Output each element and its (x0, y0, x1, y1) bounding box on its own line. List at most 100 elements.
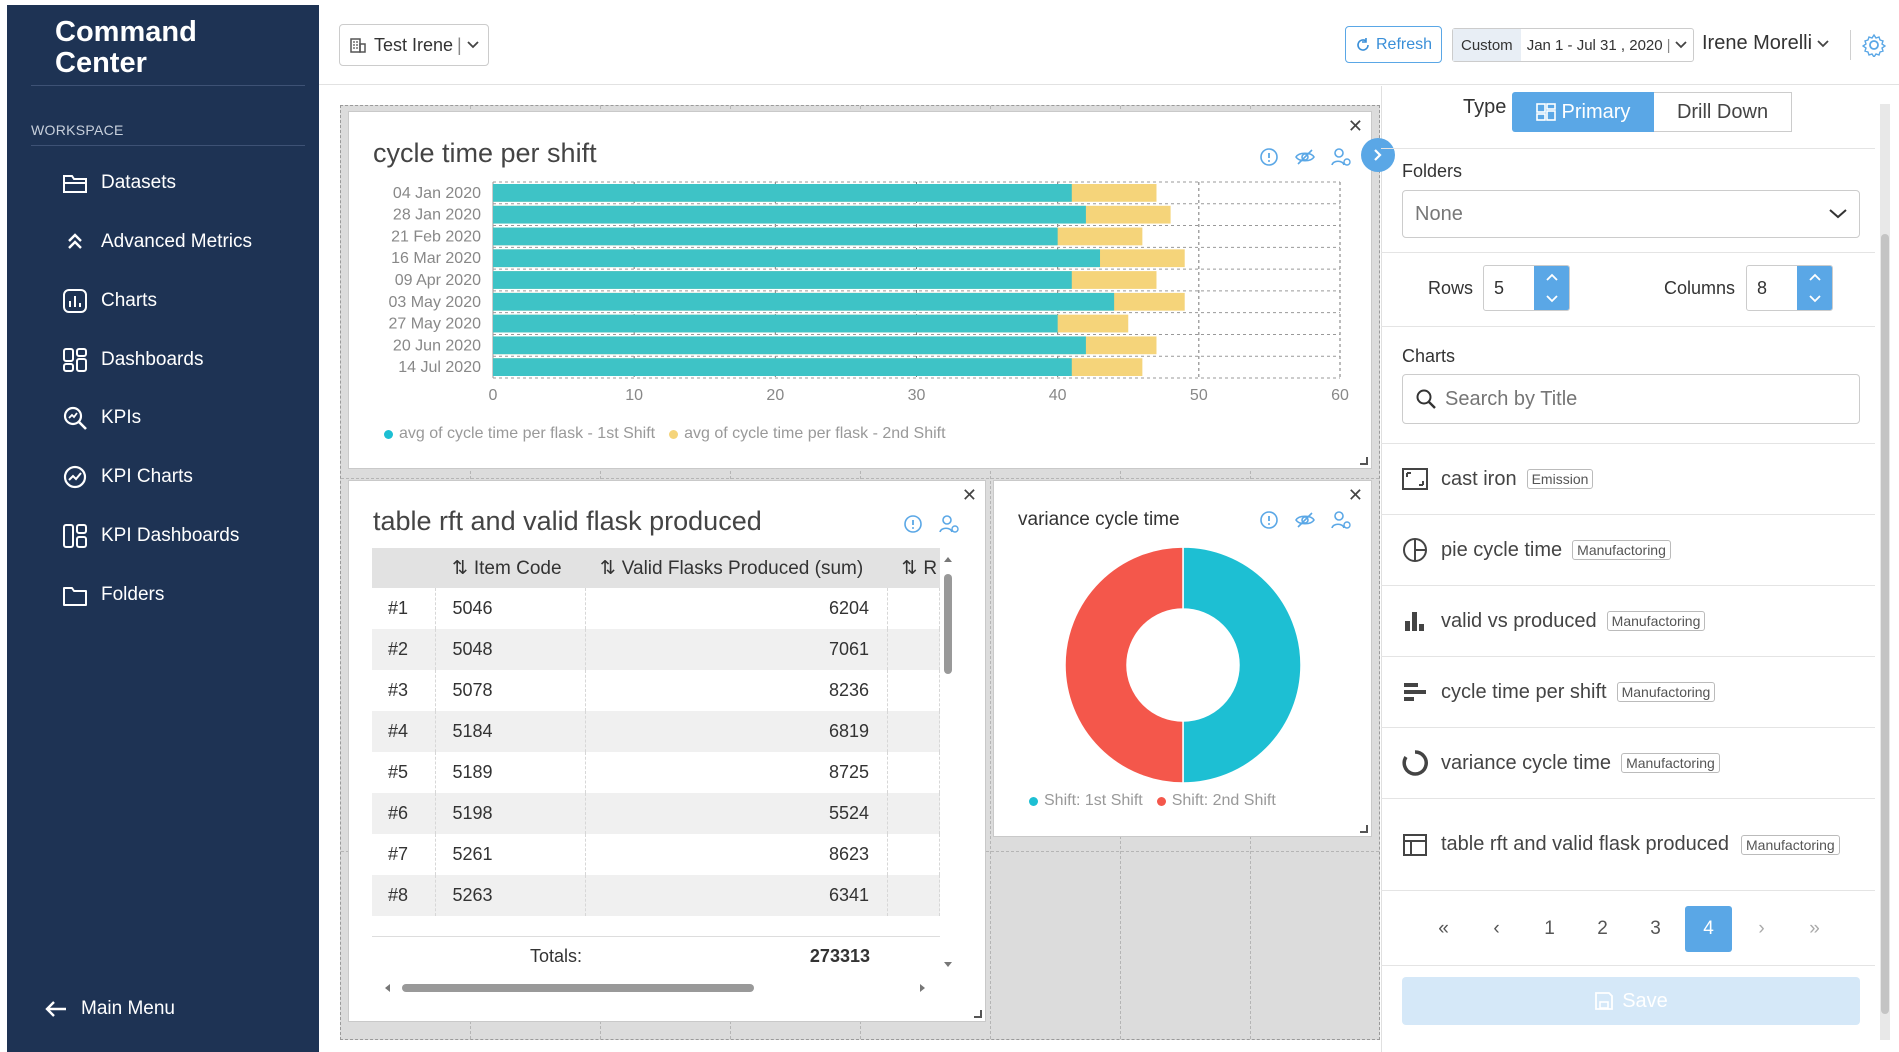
page-2[interactable]: 2 (1579, 906, 1626, 952)
columns-value[interactable]: 8 (1747, 266, 1797, 310)
row-index: #8 (372, 875, 437, 916)
table-header-more[interactable]: ⇅ R (887, 548, 940, 588)
panel-scrollbar[interactable] (1880, 104, 1890, 1040)
eye-off-icon[interactable] (1294, 146, 1316, 168)
chart-search-field[interactable] (1402, 374, 1860, 424)
table-row[interactable]: #6 5198 5524 (372, 793, 941, 834)
type-primary-button[interactable]: Primary (1512, 92, 1654, 132)
info-icon[interactable] (1258, 509, 1280, 531)
stepper-buttons[interactable] (1797, 266, 1832, 310)
columns-stepper[interactable]: 8 (1746, 265, 1833, 311)
brand[interactable]: Command Center (55, 17, 197, 79)
sidebar-item-kpis[interactable]: KPIs (61, 398, 141, 438)
chart-list-item[interactable]: variance cycle time Manufactoring (1381, 728, 1875, 799)
chart-list-item[interactable]: table rft and valid flask produced Manuf… (1381, 799, 1875, 891)
table-row[interactable]: #7 5261 8623 (372, 834, 941, 875)
table-horizontal-scrollbar[interactable] (380, 980, 930, 996)
save-button[interactable]: Save (1402, 977, 1860, 1025)
user-settings-icon[interactable] (1330, 509, 1352, 531)
valid-flasks: 8623 (585, 834, 888, 875)
sort-icon: ⇅ (451, 557, 468, 579)
main-menu-link[interactable]: Main Menu (43, 996, 175, 1022)
header-divider (1850, 30, 1851, 60)
resize-handle[interactable] (1360, 825, 1368, 833)
donut-slice[interactable] (1182, 546, 1302, 784)
page-1[interactable]: 1 (1526, 906, 1573, 952)
donut-slice[interactable] (1064, 546, 1184, 784)
collapse-panel-button[interactable] (1361, 138, 1395, 172)
custom-range-label[interactable]: Custom (1453, 29, 1521, 61)
table-row[interactable]: #5 5189 8725 (372, 752, 941, 793)
bar-1st-shift[interactable] (493, 184, 1072, 202)
sidebar-item-kpi-charts[interactable]: KPI Charts (61, 457, 193, 497)
dataset-select[interactable]: Test Irene | (339, 24, 489, 66)
table-row[interactable]: #4 5184 6819 (372, 711, 941, 752)
chevron-down-icon[interactable] (1545, 295, 1558, 303)
chart-tag: Manufactoring (1572, 540, 1671, 560)
folders-value: None (1415, 202, 1463, 225)
folders-select[interactable]: None (1402, 190, 1860, 238)
sidebar-item-advanced-metrics[interactable]: Advanced Metrics (61, 222, 252, 262)
user-settings-icon[interactable] (1330, 146, 1352, 168)
scroll-thumb[interactable] (1881, 234, 1889, 1014)
bar-1st-shift[interactable] (493, 314, 1058, 333)
select-divider: | (1666, 36, 1671, 54)
chart-search-input[interactable] (1445, 387, 1835, 411)
chevron-down-icon[interactable] (1808, 295, 1821, 303)
date-range-picker[interactable]: Custom Jan 1 - Jul 31 , 2020 | (1452, 28, 1694, 62)
table-cell (887, 629, 941, 670)
table-header-item-code[interactable]: ⇅ Item Code (435, 548, 586, 588)
chevron-up-icon[interactable] (1545, 273, 1558, 281)
bar-1st-shift[interactable] (493, 249, 1101, 268)
chart-list-item[interactable]: valid vs produced Manufactoring (1381, 586, 1875, 657)
sidebar-item-datasets[interactable]: Datasets (61, 163, 176, 203)
sidebar-item-dashboards[interactable]: Dashboards (61, 340, 203, 380)
rows-value[interactable]: 5 (1484, 266, 1534, 310)
page-4[interactable]: 4 (1685, 906, 1732, 952)
refresh-button[interactable]: Refresh (1345, 26, 1442, 63)
item-code: 5261 (435, 834, 587, 875)
type-drilldown-button[interactable]: Drill Down (1654, 92, 1792, 132)
next-page-button[interactable]: › (1738, 906, 1785, 952)
last-page-button[interactable]: » (1791, 906, 1838, 952)
close-icon[interactable]: ✕ (962, 485, 977, 506)
chart-list-item[interactable]: cycle time per shift Manufactoring (1381, 657, 1875, 728)
chevron-up-icon[interactable] (1808, 273, 1821, 281)
page-3[interactable]: 3 (1632, 906, 1679, 952)
info-icon[interactable] (1258, 146, 1280, 168)
bar-1st-shift[interactable] (493, 292, 1115, 311)
stepper-buttons[interactable] (1534, 266, 1569, 310)
sidebar-item-charts[interactable]: Charts (61, 281, 157, 321)
table-vertical-scrollbar[interactable] (941, 552, 955, 972)
first-page-button[interactable]: « (1420, 906, 1467, 952)
table-icon (1403, 833, 1427, 856)
bar-1st-shift[interactable] (493, 358, 1072, 376)
bar-1st-shift[interactable] (493, 336, 1086, 355)
bar-1st-shift[interactable] (493, 271, 1072, 289)
rows-stepper[interactable]: 5 (1483, 265, 1570, 311)
user-settings-icon[interactable] (938, 513, 960, 535)
close-icon[interactable]: ✕ (1348, 116, 1363, 137)
user-menu[interactable]: Irene Morelli (1702, 32, 1829, 55)
sidebar-item-folders[interactable]: Folders (61, 575, 164, 615)
table-totals-row: Totals: 273313 (372, 936, 940, 976)
chart-list-item[interactable]: pie cycle time Manufactoring (1381, 515, 1875, 586)
bar-1st-shift[interactable] (493, 205, 1086, 224)
prev-page-button[interactable]: ‹ (1473, 906, 1520, 952)
table-header-valid-flasks[interactable]: ⇅ Valid Flasks Produced (sum) (585, 548, 888, 588)
table-row[interactable]: #8 5263 6341 (372, 875, 941, 916)
table-row[interactable]: #2 5048 7061 (372, 629, 941, 670)
sidebar-item-kpi-dashboards[interactable]: KPI Dashboards (61, 516, 239, 556)
eye-off-icon[interactable] (1294, 509, 1316, 531)
bar-1st-shift[interactable] (493, 227, 1058, 246)
close-icon[interactable]: ✕ (1348, 485, 1363, 506)
chart-list-item[interactable]: cast iron Emission (1381, 444, 1875, 515)
gear-icon[interactable] (1862, 33, 1886, 57)
date-range-value[interactable]: Jan 1 - Jul 31 , 2020 | (1521, 37, 1693, 54)
resize-handle[interactable] (974, 1010, 982, 1018)
table-row[interactable]: #1 5046 6204 (372, 588, 941, 629)
table-row[interactable]: #3 5078 8236 (372, 670, 941, 711)
info-icon[interactable] (902, 513, 924, 535)
pagination: « ‹ 1 2 3 4 › » (1420, 906, 1838, 952)
resize-handle[interactable] (1360, 457, 1368, 465)
